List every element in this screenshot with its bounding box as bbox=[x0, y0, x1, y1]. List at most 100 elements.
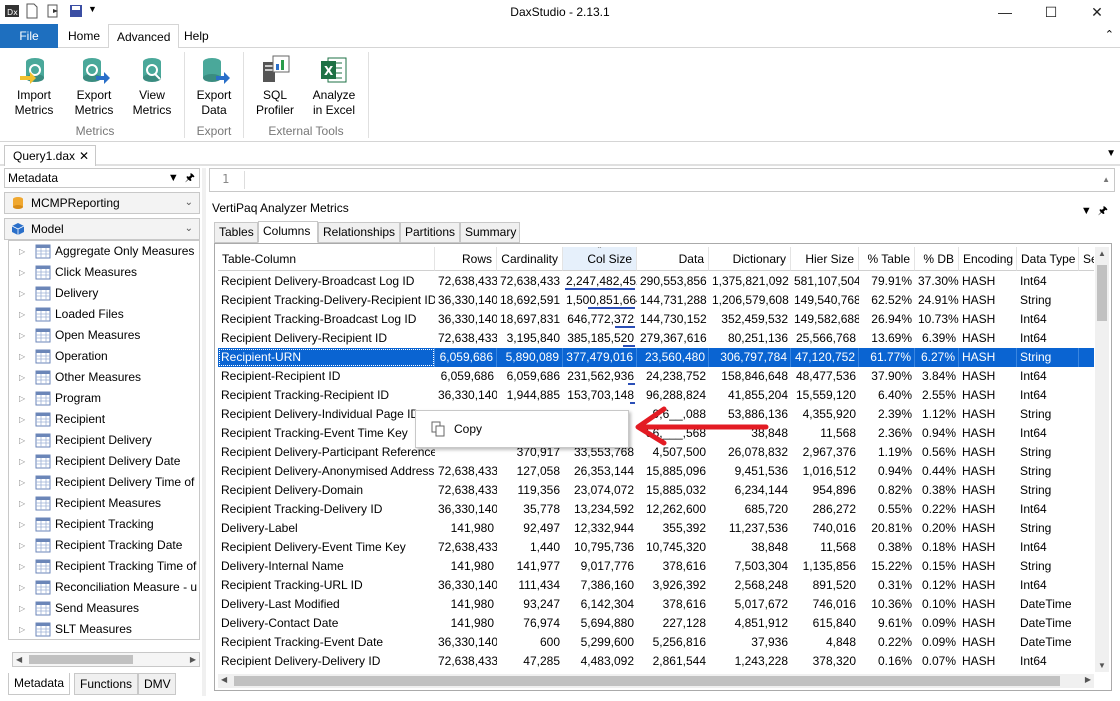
vertipaq-pin-icon[interactable]: ▼ 🖈 bbox=[1081, 202, 1108, 221]
table-row[interactable]: Recipient Tracking-Delivery-Recipient ID… bbox=[218, 291, 1094, 310]
table-row[interactable]: Recipient Delivery-Delivery ID 72,638,433… bbox=[218, 652, 1094, 671]
tab-columns[interactable]: Columns bbox=[258, 221, 318, 243]
expand-icon[interactable]: ▷ bbox=[19, 535, 25, 556]
panel-pin-icon[interactable]: ▼ 🖈 bbox=[168, 169, 195, 187]
column-header[interactable]: Data bbox=[637, 247, 709, 271]
tree-item-table[interactable]: ▷ Other Measures bbox=[9, 367, 199, 388]
tab-dmv[interactable]: DMV bbox=[138, 673, 176, 695]
import-metrics-button[interactable]: Import Metrics bbox=[8, 54, 60, 118]
connection-dropdown[interactable]: MCMPReporting ⌄ bbox=[4, 192, 200, 214]
tab-summary[interactable]: Summary bbox=[460, 222, 520, 243]
context-menu-copy[interactable]: Copy bbox=[422, 417, 622, 441]
scroll-right-icon[interactable]: ▶ bbox=[190, 653, 196, 666]
scroll-left-icon[interactable]: ◀ bbox=[16, 653, 22, 666]
tree-item-table[interactable]: ▷ Recipient Delivery Time of bbox=[9, 472, 199, 493]
table-row[interactable]: Recipient Tracking-Broadcast Log ID 36,33… bbox=[218, 310, 1094, 329]
expand-icon[interactable]: ▷ bbox=[19, 346, 25, 367]
column-header[interactable]: Hier Size bbox=[791, 247, 859, 271]
table-row[interactable]: Recipient-Recipient ID 6,059,686 6,059,686… bbox=[218, 367, 1094, 386]
tree-item-table[interactable]: ▷ Program bbox=[9, 388, 199, 409]
tree-item-table[interactable]: ▷ Aggregate Only Measures bbox=[9, 241, 199, 262]
expand-icon[interactable]: ▷ bbox=[19, 304, 25, 325]
tab-partitions[interactable]: Partitions bbox=[400, 222, 460, 243]
expand-icon[interactable]: ▷ bbox=[19, 619, 25, 639]
table-row[interactable]: Delivery-Internal Name 141,980 141,977 9,01… bbox=[218, 557, 1094, 576]
expand-icon[interactable]: ▷ bbox=[19, 493, 25, 514]
tree-item-table[interactable]: ▷ Click Measures bbox=[9, 262, 199, 283]
scroll-left-icon[interactable]: ◀ bbox=[221, 675, 227, 684]
scroll-up-icon[interactable]: ▲ bbox=[1098, 249, 1106, 258]
column-header[interactable]: Dictionary bbox=[709, 247, 791, 271]
export-metrics-button[interactable]: Export Metrics bbox=[68, 54, 120, 118]
tab-tables[interactable]: Tables bbox=[214, 222, 258, 243]
close-button[interactable]: ✕ bbox=[1074, 0, 1120, 24]
tree-item-table[interactable]: ▷ Delivery bbox=[9, 283, 199, 304]
editor-scroll-up-icon[interactable]: ▲ bbox=[1102, 175, 1110, 184]
scrollbar-thumb[interactable] bbox=[29, 655, 133, 664]
expand-icon[interactable]: ▷ bbox=[19, 514, 25, 535]
model-dropdown[interactable]: Model ⌄ bbox=[4, 218, 200, 240]
tree-item-table[interactable]: ▷ Recipient Tracking Time of bbox=[9, 556, 199, 577]
table-row[interactable]: Recipient Delivery-Broadcast Log ID 72,63… bbox=[218, 272, 1094, 291]
expand-icon[interactable]: ▷ bbox=[19, 241, 25, 262]
expand-icon[interactable]: ▷ bbox=[19, 451, 25, 472]
expand-icon[interactable]: ▷ bbox=[19, 262, 25, 283]
table-row[interactable]: Recipient Tracking-Delivery ID 36,330,140… bbox=[218, 500, 1094, 519]
scroll-down-icon[interactable]: ▼ bbox=[1098, 661, 1106, 670]
ribbon-collapse-icon[interactable]: ⌃ bbox=[1105, 28, 1114, 41]
expand-icon[interactable]: ▷ bbox=[19, 367, 25, 388]
panel-splitter[interactable] bbox=[202, 168, 206, 696]
close-tab-icon[interactable]: ✕ bbox=[79, 149, 89, 163]
scrollbar-thumb[interactable] bbox=[1097, 265, 1107, 321]
tree-item-table[interactable]: ▷ Operation bbox=[9, 346, 199, 367]
export-data-button[interactable]: Export Data bbox=[188, 54, 240, 118]
expand-icon[interactable]: ▷ bbox=[19, 430, 25, 451]
tab-metadata[interactable]: Metadata bbox=[8, 673, 70, 695]
column-header[interactable]: Encoding bbox=[959, 247, 1017, 271]
table-row[interactable]: Recipient Delivery-Recipient ID 72,638,43… bbox=[218, 329, 1094, 348]
table-row[interactable]: Recipient Tracking-Event Date 36,330,140 6… bbox=[218, 633, 1094, 652]
tab-advanced[interactable]: Advanced bbox=[108, 24, 180, 49]
tree-item-table[interactable]: ▷ Recipient Tracking bbox=[9, 514, 199, 535]
tree-item-table[interactable]: ▷ Recipient bbox=[9, 409, 199, 430]
grid-vertical-scrollbar[interactable]: ▲ ▼ bbox=[1095, 247, 1109, 672]
document-tabs-menu-icon[interactable]: ▼ bbox=[1106, 148, 1116, 159]
scrollbar-thumb[interactable] bbox=[234, 676, 1060, 686]
table-row[interactable]: Delivery-Label 141,980 92,497 12,332,944 355… bbox=[218, 519, 1094, 538]
column-header[interactable]: Rows bbox=[435, 247, 497, 271]
table-row[interactable]: Recipient Delivery-Anonymised Address 72,… bbox=[218, 462, 1094, 481]
minimize-button[interactable]: — bbox=[982, 0, 1028, 24]
expand-icon[interactable]: ▷ bbox=[19, 325, 25, 346]
tree-item-table[interactable]: ▷ Recipient Delivery bbox=[9, 430, 199, 451]
expand-icon[interactable]: ▷ bbox=[19, 283, 25, 304]
sql-profiler-button[interactable]: SQL Profiler bbox=[249, 54, 301, 118]
expand-icon[interactable]: ▷ bbox=[19, 388, 25, 409]
table-row[interactable]: Delivery-Last Modified 141,980 93,247 6,142… bbox=[218, 595, 1094, 614]
tree-item-table[interactable]: ▷ Send Measures bbox=[9, 598, 199, 619]
table-row[interactable]: Recipient-URN 6,059,686 5,890,089 377,479,0… bbox=[218, 348, 1094, 367]
column-header[interactable]: Table-Column bbox=[218, 247, 435, 271]
expand-icon[interactable]: ▷ bbox=[19, 472, 25, 493]
table-row[interactable]: Recipient Delivery-Event Time Key 72,638,… bbox=[218, 538, 1094, 557]
column-header[interactable]: Seg bbox=[1079, 247, 1094, 271]
column-header[interactable]: % DB bbox=[915, 247, 959, 271]
tree-item-table[interactable]: ▷ SLT Measures bbox=[9, 619, 199, 639]
tree-item-table[interactable]: ▷ Loaded Files bbox=[9, 304, 199, 325]
query-editor[interactable]: 1 ▲ bbox=[209, 168, 1115, 192]
expand-icon[interactable]: ▷ bbox=[19, 409, 25, 430]
table-row[interactable]: Recipient Tracking-Recipient ID 36,330,14… bbox=[218, 386, 1094, 405]
column-header[interactable]: Data Type bbox=[1017, 247, 1079, 271]
column-header[interactable]: Cardinality bbox=[497, 247, 563, 271]
tab-relationships[interactable]: Relationships bbox=[318, 222, 400, 243]
grid-horizontal-scrollbar[interactable]: ◀ ▶ bbox=[218, 674, 1094, 688]
expand-icon[interactable]: ▷ bbox=[19, 556, 25, 577]
document-tab-query1[interactable]: Query1.dax ✕ bbox=[4, 145, 97, 166]
tree-item-table[interactable]: ▷ Recipient Delivery Date bbox=[9, 451, 199, 472]
table-row[interactable]: Recipient Tracking-URL ID 36,330,140 111,4… bbox=[218, 576, 1094, 595]
tab-help[interactable]: Help bbox=[176, 24, 217, 48]
tree-item-table[interactable]: ▷ Open Measures bbox=[9, 325, 199, 346]
tab-functions[interactable]: Functions bbox=[74, 673, 138, 695]
tree-horizontal-scrollbar[interactable]: ◀ ▶ bbox=[12, 652, 200, 667]
column-header[interactable]: Col Size ⌃ bbox=[563, 247, 637, 271]
view-metrics-button[interactable]: View Metrics bbox=[126, 54, 178, 118]
